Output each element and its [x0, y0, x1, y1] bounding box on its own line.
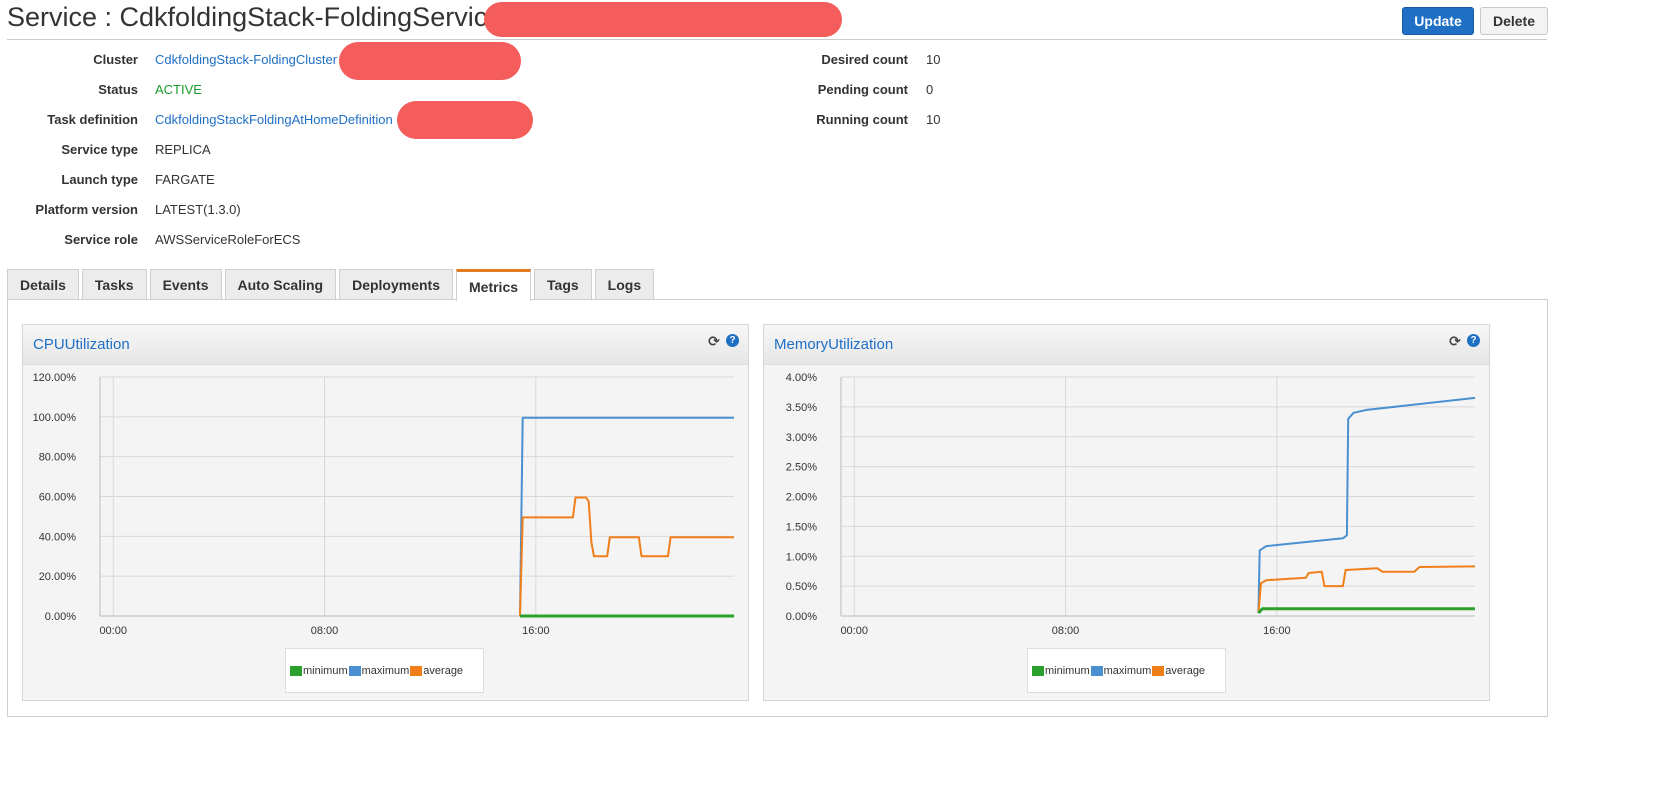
y-tick-label: 60.00%: [39, 492, 77, 504]
legend-item-minimum[interactable]: minimum: [1032, 665, 1090, 677]
tab-tags[interactable]: Tags: [534, 269, 592, 300]
tab-metrics[interactable]: Metrics: [456, 269, 532, 301]
redaction-mark: [339, 42, 521, 80]
y-tick-label: 40.00%: [39, 531, 77, 543]
count-value: 10: [926, 52, 941, 67]
y-tick-label: 0.50%: [786, 581, 817, 593]
legend-item-average[interactable]: average: [1152, 665, 1205, 677]
y-tick-label: 0.00%: [786, 611, 817, 623]
detail-value: ACTIVE: [155, 82, 202, 97]
legend-swatch: [410, 665, 423, 676]
x-tick-label: 08:00: [311, 625, 339, 637]
detail-value: LATEST(1.3.0): [155, 202, 241, 217]
legend-item-maximum[interactable]: maximum: [348, 664, 410, 677]
detail-label: Cluster: [93, 52, 138, 67]
detail-link[interactable]: CdkfoldingStackFoldingAtHomeDefinition: [155, 112, 393, 127]
page-title: Service : CdkfoldingStack-FoldingService: [7, 2, 503, 32]
y-tick-label: 80.00%: [39, 452, 77, 464]
title-divider: [7, 39, 1547, 40]
chart-header: MemoryUtilization ⟳ ?: [764, 325, 1489, 365]
y-tick-label: 20.00%: [39, 571, 77, 583]
detail-value: FARGATE: [155, 172, 215, 187]
x-tick-label: 00:00: [840, 625, 868, 637]
chart-title[interactable]: CPUUtilization: [33, 336, 130, 353]
x-tick-label: 16:00: [522, 625, 550, 637]
tab-events[interactable]: Events: [149, 269, 222, 300]
y-tick-label: 0.00%: [45, 611, 76, 623]
count-label: Running count: [816, 112, 908, 127]
tab-logs[interactable]: Logs: [594, 269, 655, 300]
y-tick-label: 100.00%: [33, 412, 77, 424]
y-tick-label: 1.00%: [786, 551, 817, 563]
chart-legend: minimum maximum average: [285, 648, 484, 693]
detail-label: Task definition: [47, 112, 138, 127]
count-value: 0: [926, 82, 934, 97]
legend-label: average: [423, 664, 464, 677]
legend-swatch: [1152, 665, 1165, 676]
legend-label: maximum: [361, 664, 410, 677]
detail-link[interactable]: CdkfoldingStack-FoldingCluster: [155, 52, 337, 67]
legend-swatch: [290, 665, 302, 676]
detail-label: Platform version: [35, 202, 138, 217]
y-tick-label: 1.50%: [786, 521, 817, 533]
memory-utilization-widget: MemoryUtilization ⟳ ? 0.00% 0.50% 1.00% 1.5…: [763, 324, 1490, 701]
x-tick-label: 00:00: [99, 625, 127, 637]
y-tick-label: 2.00%: [786, 492, 817, 504]
y-tick-label: 4.00%: [786, 372, 817, 384]
y-tick-label: 3.00%: [786, 432, 817, 444]
delete-button[interactable]: Delete: [1480, 7, 1548, 35]
tab-deployments[interactable]: Deployments: [339, 269, 453, 300]
help-icon[interactable]: ?: [726, 334, 739, 347]
help-icon[interactable]: ?: [1467, 334, 1480, 347]
chart-title[interactable]: MemoryUtilization: [774, 336, 893, 353]
legend-label: maximum: [1103, 664, 1152, 677]
legend-swatch: [1032, 665, 1044, 676]
count-label: Desired count: [821, 52, 908, 67]
legend-swatch: [1090, 665, 1103, 676]
detail-value: AWSServiceRoleForECS: [155, 232, 301, 247]
legend-item-maximum[interactable]: maximum: [1090, 664, 1152, 677]
y-tick-label: 2.50%: [786, 462, 817, 474]
legend-label: minimum: [303, 664, 348, 677]
legend-item-minimum[interactable]: minimum: [290, 665, 348, 677]
count-label: Pending count: [817, 82, 908, 97]
redaction-mark: [484, 2, 842, 37]
x-tick-label: 08:00: [1052, 625, 1080, 637]
legend-label: minimum: [1045, 664, 1090, 677]
tab-details[interactable]: Details: [7, 269, 79, 300]
detail-value: REPLICA: [155, 142, 211, 157]
legend-item-average[interactable]: average: [410, 665, 463, 677]
detail-label: Service role: [64, 232, 138, 247]
count-value: 10: [926, 112, 941, 127]
refresh-icon[interactable]: ⟳: [1448, 334, 1462, 348]
x-tick-label: 16:00: [1263, 625, 1291, 637]
refresh-icon[interactable]: ⟳: [707, 334, 721, 348]
legend-label: average: [1165, 664, 1206, 677]
chart-header: CPUUtilization ⟳ ?: [23, 325, 748, 365]
y-tick-label: 3.50%: [786, 402, 817, 414]
detail-label: Status: [98, 82, 138, 97]
update-button[interactable]: Update: [1402, 7, 1474, 35]
detail-label: Service type: [61, 142, 138, 157]
detail-label: Launch type: [61, 172, 138, 187]
redaction-mark: [397, 101, 533, 139]
tab-auto-scaling[interactable]: Auto Scaling: [224, 269, 337, 300]
legend-swatch: [348, 665, 361, 676]
chart-legend: minimum maximum average: [1027, 648, 1226, 693]
service-tabs: Details Tasks Events Auto Scaling Deployment…: [7, 269, 657, 301]
cpu-utilization-widget: CPUUtilization ⟳ ? 0.00% 20.00% 40.00% 60.0…: [22, 324, 749, 701]
tab-tasks[interactable]: Tasks: [81, 269, 147, 300]
y-tick-label: 120.00%: [33, 372, 77, 384]
